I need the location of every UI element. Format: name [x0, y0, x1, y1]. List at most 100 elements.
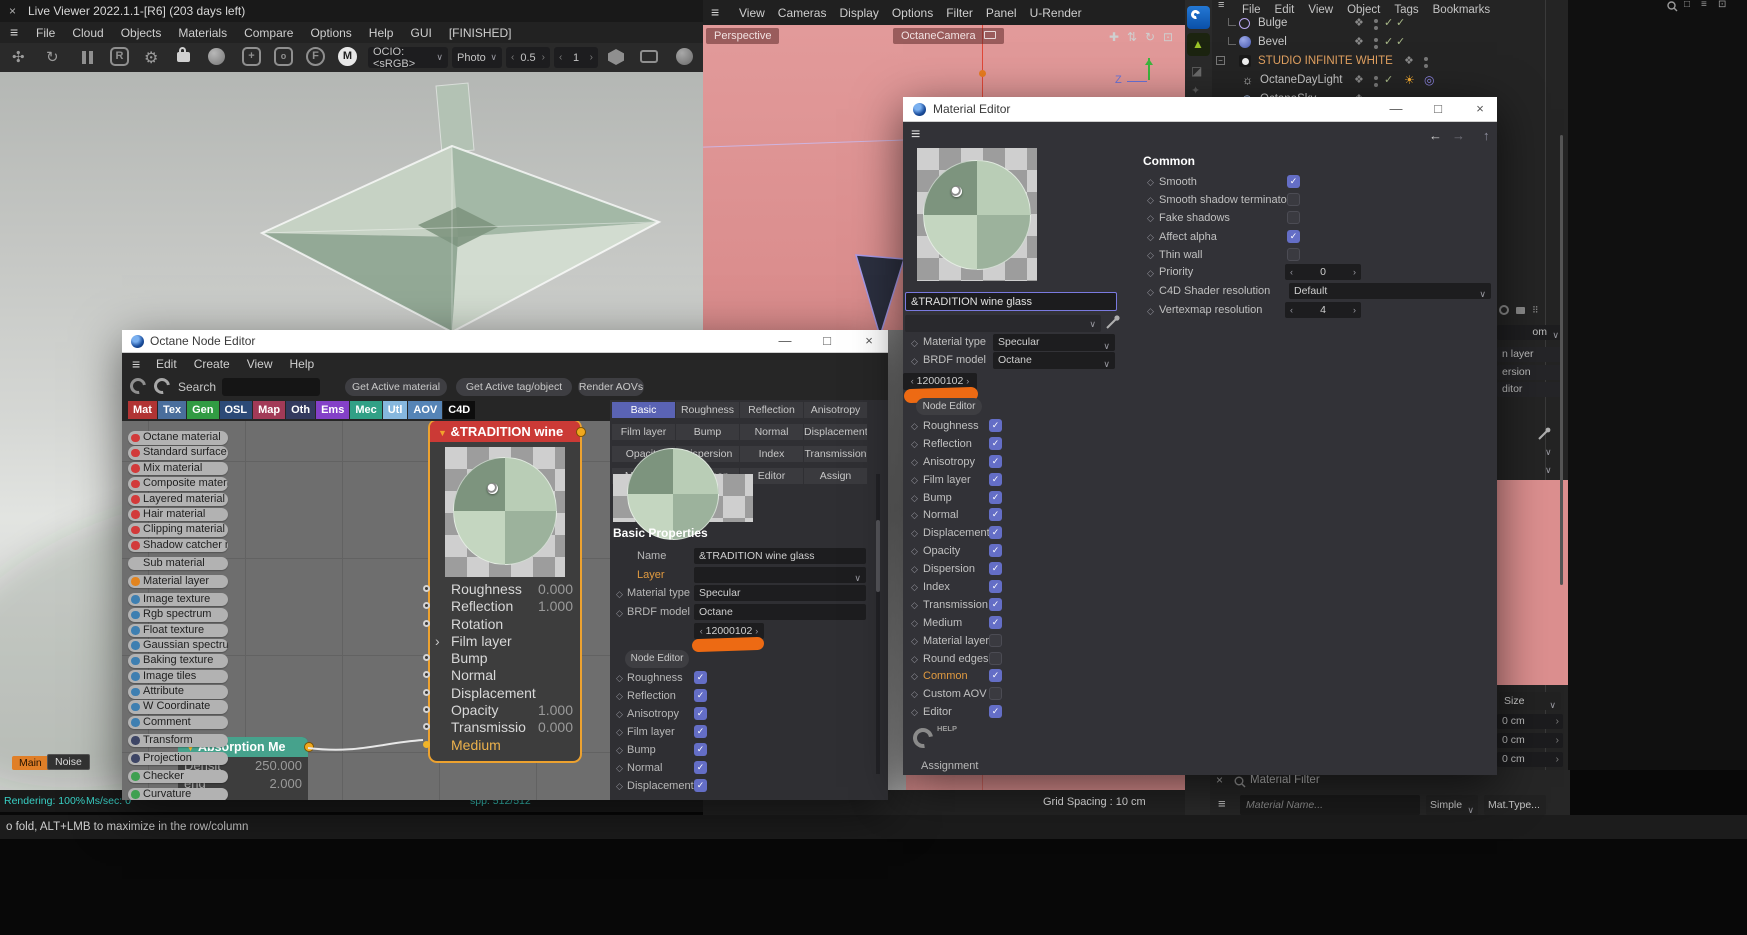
editor-fragment[interactable]: ditor [1497, 382, 1563, 397]
node-output-socket[interactable] [304, 742, 314, 752]
category-tab[interactable]: Utl [382, 401, 408, 419]
photo-mode-dropdown[interactable]: Photo ∨ [452, 47, 502, 68]
channel-checkbox[interactable] [694, 671, 707, 684]
priority-stepper[interactable]: ‹ 0 › [1285, 264, 1361, 280]
octane-material-icon[interactable] [126, 374, 150, 398]
diamond-icon[interactable]: ◇ [616, 589, 623, 600]
eyedropper-icon[interactable] [1105, 315, 1120, 330]
property-tab[interactable]: Displacement [804, 424, 867, 440]
sun-tag-icon[interactable]: ☀ [1404, 71, 1415, 90]
input-socket-icon[interactable] [423, 706, 430, 714]
property-tab[interactable]: Index [740, 446, 803, 462]
pause-icon[interactable] [82, 51, 86, 64]
layer-tag-icon[interactable]: ❖ [1354, 71, 1364, 90]
back-arrow-icon[interactable]: ← [1429, 128, 1442, 143]
layer-dropdown[interactable]: ∨ [694, 567, 866, 583]
brdf-dropdown[interactable]: Octane [694, 604, 866, 620]
diamond-icon[interactable]: ◇ [616, 727, 623, 738]
menu-item[interactable]: Create [194, 353, 230, 375]
maximize-icon[interactable]: □ [814, 333, 840, 348]
channel-checkbox[interactable] [694, 707, 707, 720]
size-value-field[interactable]: 0 cm › [1497, 752, 1563, 767]
channel-checkbox[interactable] [989, 580, 1002, 594]
diamond-icon[interactable]: ◇ [616, 745, 623, 756]
library-item[interactable]: Checker [128, 769, 228, 784]
visibility-dots[interactable] [1374, 76, 1378, 80]
size-value-field[interactable]: 0 cm › [1497, 714, 1563, 729]
scale-stepper[interactable]: ‹ 0.5 › [506, 47, 550, 68]
library-item[interactable]: Image tiles [128, 669, 228, 684]
hamburger-icon[interactable]: ≡ [132, 353, 140, 375]
shader-resolution-dropdown[interactable]: Default ∨ [1289, 283, 1491, 299]
property-tab[interactable]: Roughness [676, 402, 739, 418]
camera-icon[interactable] [983, 31, 996, 39]
eyedropper-icon[interactable] [1537, 427, 1551, 441]
menu-item[interactable]: GUI [410, 23, 431, 44]
object-label[interactable]: OctaneDayLight [1260, 71, 1342, 90]
library-item[interactable]: Comment [128, 715, 228, 730]
plugin-logo-icon[interactable]: ▲ [1187, 33, 1210, 56]
lock-icon[interactable] [1516, 307, 1525, 314]
menu-item[interactable]: Materials [178, 23, 227, 44]
minimize-icon[interactable]: — [1383, 101, 1409, 116]
visibility-dots[interactable] [1424, 57, 1428, 61]
channel-checkbox[interactable] [989, 419, 1002, 432]
menu-item[interactable]: Display [839, 1, 878, 26]
category-tab[interactable]: C4D [443, 401, 476, 419]
object-label[interactable]: Bevel [1258, 33, 1287, 52]
node-input-row[interactable]: Reflection 1.000 [423, 598, 580, 615]
channel-checkbox[interactable] [694, 761, 707, 774]
input-socket-icon[interactable] [423, 740, 430, 748]
input-socket-icon[interactable] [423, 654, 430, 662]
vertexmap-stepper[interactable]: ‹ 4 › [1285, 302, 1361, 318]
hamburger-icon[interactable]: ≡ [10, 22, 18, 43]
node-input-row[interactable]: Rotation [423, 616, 580, 633]
density-value[interactable]: 250.000 [255, 757, 302, 775]
property-tab[interactable]: Anisotropy [804, 402, 867, 418]
menu-item[interactable]: Help [290, 353, 315, 375]
menu-item[interactable]: Cloud [72, 23, 103, 44]
size-value-field[interactable]: 0 cm › [1497, 733, 1563, 748]
diamond-icon[interactable]: ◇ [616, 673, 623, 684]
diamond-icon[interactable]: ◇ [911, 475, 918, 486]
size-dropdown[interactable]: Size ∨ [1499, 692, 1561, 710]
hambur​ger-icon[interactable]: ≡ [711, 0, 719, 25]
layer-tag-icon[interactable]: ❖ [1404, 52, 1414, 71]
category-tab[interactable]: Mat [128, 401, 157, 419]
category-tab[interactable]: Gen [187, 401, 219, 419]
length-value[interactable]: 2.000 [269, 775, 302, 793]
property-tab[interactable]: Transmission [804, 446, 867, 462]
library-item[interactable]: Projection [128, 751, 228, 766]
menu-item[interactable]: Cameras [778, 1, 827, 26]
channel-checkbox[interactable] [989, 687, 1002, 701]
diamond-icon[interactable]: ◇ [911, 338, 918, 349]
diamond-icon[interactable]: ◇ [911, 707, 918, 718]
visibility-dots[interactable] [1374, 19, 1378, 23]
menu-item[interactable]: Options [892, 1, 933, 26]
pick-material-icon[interactable] [208, 48, 225, 65]
library-item[interactable]: Composite materi [128, 477, 228, 491]
library-item[interactable]: Hair material [128, 507, 228, 522]
input-socket-icon[interactable] [423, 723, 430, 731]
channel-checkbox[interactable] [989, 651, 1002, 665]
menu-item[interactable]: Help [369, 23, 394, 44]
forward-arrow-icon[interactable]: → [1452, 128, 1465, 143]
library-item[interactable]: Transform [128, 733, 228, 748]
pass-tab-noise[interactable]: Noise [47, 754, 90, 770]
category-tab[interactable]: Ems [316, 401, 350, 419]
diamond-icon[interactable]: ◇ [1147, 232, 1154, 243]
node-editor-button[interactable]: Node Editor [916, 398, 982, 415]
octane-render-icon[interactable]: ✣ [12, 48, 25, 66]
node-input-row[interactable]: Opacity 1.000 [423, 702, 580, 719]
channel-checkbox[interactable] [694, 689, 707, 702]
diamond-icon[interactable]: ◇ [911, 671, 918, 682]
category-tab[interactable]: Tex [157, 401, 187, 419]
diamond-icon[interactable]: ◇ [616, 691, 623, 702]
library-item[interactable]: Layered material [128, 492, 228, 507]
diamond-icon[interactable]: ◇ [1147, 195, 1154, 206]
diamond-icon[interactable]: ◇ [1147, 306, 1154, 317]
menu-item[interactable]: View [247, 353, 273, 375]
panel-icon[interactable]: ⊡ [1718, 0, 1726, 10]
scrollbar[interactable] [1560, 135, 1563, 585]
library-item[interactable]: Curvature [128, 787, 228, 800]
